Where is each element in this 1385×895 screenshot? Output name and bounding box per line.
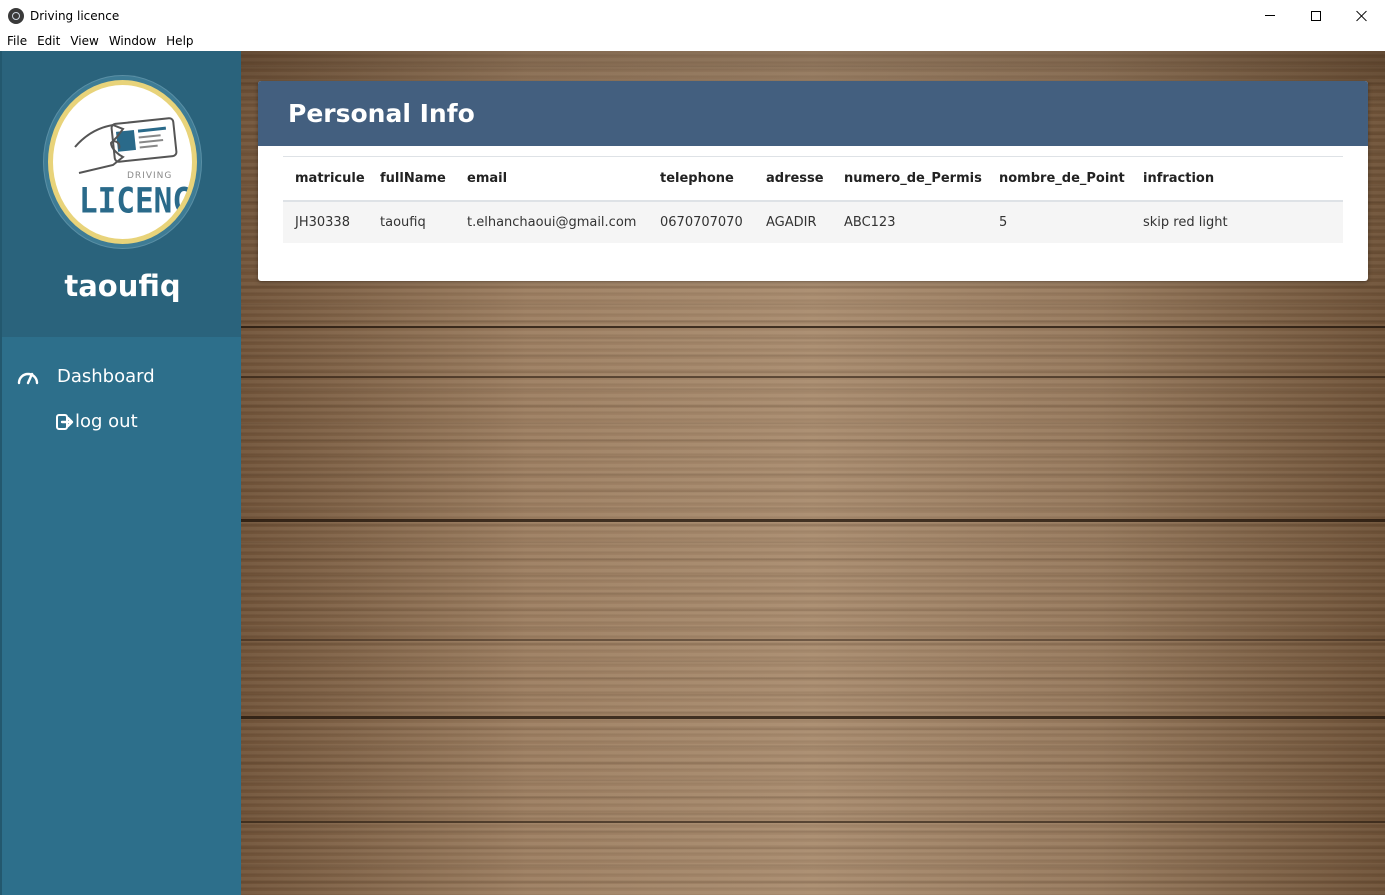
maximize-button[interactable] [1293,0,1339,31]
cell-fullname: taoufiq [368,200,455,243]
window-title: Driving licence [30,8,120,23]
personal-info-card: Personal Info matricule fullName email t… [258,81,1368,281]
logo-main-text: LICENCE [79,181,192,222]
profile-username: taoufiq [64,269,181,303]
column-header: telephone [648,156,754,202]
wood-grain-line [241,519,1385,522]
cell-infraction: skip red light [1131,200,1343,243]
cell-nombre-de-point: 5 [987,200,1131,243]
menu-file[interactable]: File [2,34,32,48]
close-button[interactable] [1339,0,1385,31]
column-header: nombre_de_Point [987,156,1131,202]
minimize-icon [1265,15,1275,16]
title-bar: Driving licence [0,0,1385,31]
maximize-icon [1311,10,1321,21]
driving-licence-logo: DRIVING LICENCE [44,76,201,248]
sidebar-nav: Dashboard log out [2,337,241,444]
wood-grain-line [241,716,1385,719]
logo-top-text: DRIVING [127,171,173,181]
column-header: infraction [1131,156,1343,202]
menu-help[interactable]: Help [161,34,198,48]
wood-grain-line [241,376,1385,378]
sidebar-item-logout[interactable]: log out [2,399,241,444]
menu-window[interactable]: Window [104,34,161,48]
cell-telephone: 0670707070 [648,200,754,243]
profile-section: DRIVING LICENCE taoufiq [2,51,241,337]
column-header: fullName [368,156,455,202]
personal-info-table: matricule fullName email telephone adres… [283,156,1343,243]
sidebar-item-label: log out [75,411,138,432]
sign-out-icon [56,413,74,431]
column-header: numero_de_Permis [832,156,987,202]
dashboard-gauge-icon [15,367,41,387]
close-icon [1356,10,1368,22]
cell-matricule: JH30338 [283,200,368,243]
app-icon [8,7,24,24]
card-title: Personal Info [288,99,475,128]
table-header-row: matricule fullName email telephone adres… [283,156,1343,202]
menu-bar: File Edit View Window Help [0,31,1385,51]
minimize-button[interactable] [1247,0,1293,31]
column-header: matricule [283,156,368,202]
personal-info-table-wrap: matricule fullName email telephone adres… [283,156,1343,243]
window-controls [1247,0,1385,31]
column-header: adresse [754,156,832,202]
wood-grain-line [241,821,1385,823]
sidebar-item-dashboard[interactable]: Dashboard [2,354,241,399]
table-row: JH30338 taoufiq t.elhanchaoui@gmail.com … [283,200,1343,243]
card-header: Personal Info [258,81,1368,146]
wood-grain-line [241,326,1385,328]
cell-adresse: AGADIR [754,200,832,243]
sidebar: DRIVING LICENCE taoufiq Dashboard [0,51,241,895]
menu-edit[interactable]: Edit [32,34,65,48]
wood-grain-line [241,639,1385,641]
cell-email: t.elhanchaoui@gmail.com [455,200,648,243]
menu-view[interactable]: View [65,34,103,48]
column-header: email [455,156,648,202]
sidebar-item-label: Dashboard [57,366,155,387]
cell-numero-de-permis: ABC123 [832,200,987,243]
